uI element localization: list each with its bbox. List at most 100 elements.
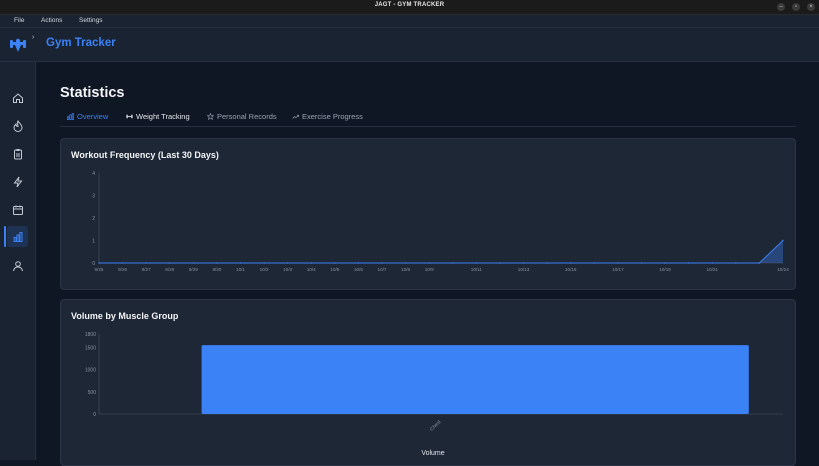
tab-personal-records-label: Personal Records: [217, 112, 277, 121]
menu-bar: File Actions Settings: [0, 15, 819, 28]
workout-frequency-card: Workout Frequency (Last 30 Days) 0 1 2 3 4 9/…: [60, 138, 796, 290]
frequency-point: [286, 262, 289, 264]
x-tick-label: 9/27: [142, 267, 151, 272]
frequency-point: [357, 262, 360, 264]
frequency-point: [263, 262, 265, 264]
clipboard-icon: [13, 148, 22, 159]
frequency-point: [711, 262, 713, 264]
frequency-point: [687, 262, 690, 264]
menu-file[interactable]: File: [14, 17, 24, 24]
x-tick-label: 9/29: [189, 267, 198, 272]
calendar-icon: [12, 205, 23, 215]
sidebar-toggle-chevron-icon[interactable]: ›: [32, 34, 34, 41]
window-title: JAGT - GYM TRACKER: [374, 2, 445, 8]
app-name: Gym Tracker: [46, 37, 116, 49]
sidebar-item-calendar[interactable]: [7, 199, 28, 220]
frequency-point: [121, 262, 124, 264]
frequency-point: [169, 262, 171, 264]
frequency-point: [145, 262, 147, 264]
y-tick-label: 0: [93, 412, 96, 418]
frequency-point: [404, 262, 407, 264]
tab-exercise-progress[interactable]: Exercise Progress: [292, 112, 363, 121]
user-icon: [12, 260, 23, 271]
sidebar-item-quick[interactable]: [7, 171, 28, 192]
active-indicator: [4, 226, 6, 247]
workout-frequency-chart: 012349/25 9/26 9/27 9/28 9/29 9/30 10/1 10/2 10/…: [92, 171, 789, 272]
y-tick-label: 1000: [85, 368, 96, 374]
main-content: Statistics Overview Weight Tracking Pers…: [36, 62, 819, 466]
legend-swatch: [411, 450, 418, 457]
frequency-point: [735, 262, 737, 264]
y-tick-label: 500: [88, 390, 97, 396]
x-tick-label: 10/11: [471, 267, 483, 272]
home-icon: [12, 92, 23, 103]
x-tick-label: 10/19: [659, 267, 671, 272]
menu-settings[interactable]: Settings: [79, 17, 103, 24]
frequency-point: [216, 262, 218, 264]
x-tick-label: 9/26: [118, 267, 127, 272]
sidebar-item-plans[interactable]: [7, 143, 28, 164]
sidebar-item-statistics[interactable]: [7, 226, 28, 247]
volume-chart: 0 500 1000 1500 1800 Chest: [85, 332, 783, 433]
dumbbell-logo-icon: [10, 38, 26, 52]
tab-weight-tracking[interactable]: Weight Tracking: [126, 112, 190, 121]
frequency-point: [546, 262, 548, 264]
frequency-point: [617, 262, 619, 264]
y-tick-label: 4: [92, 171, 95, 177]
star-icon: [207, 113, 214, 120]
frequency-point: [499, 262, 501, 264]
x-tick-label: 10/8: [401, 267, 410, 272]
frequency-point: [570, 262, 572, 264]
x-tick-label: 10/6: [354, 267, 363, 272]
frequency-point: [334, 262, 336, 264]
x-tick-label: 9/25: [95, 267, 104, 272]
x-tick-label: 10/24: [777, 267, 789, 272]
maximize-icon[interactable]: ▫: [792, 3, 800, 11]
frequency-point: [452, 262, 454, 264]
x-tick-label: 9/28: [165, 267, 174, 272]
dumbbell-icon: [126, 114, 133, 119]
frequency-point: [664, 262, 666, 264]
x-tick-label: 10/2: [260, 267, 269, 272]
frequency-point: [758, 262, 761, 264]
x-tick-label: 10/1: [236, 267, 245, 272]
bar-chart-icon: [67, 113, 74, 120]
x-tick-label: 10/5: [330, 267, 339, 272]
x-tick-label: 10/17: [612, 267, 624, 272]
menu-actions[interactable]: Actions: [41, 17, 62, 24]
frequency-line: [99, 240, 784, 264]
x-tick-label: 10/15: [565, 267, 577, 272]
frequency-area: [99, 240, 783, 263]
volume-legend: Volume: [61, 450, 795, 457]
frequency-point: [475, 262, 478, 264]
bar-chest: [201, 345, 749, 414]
frequency-point: [239, 262, 242, 264]
sidebar-item-workouts[interactable]: [7, 115, 28, 136]
x-tick-label: 10/7: [378, 267, 387, 272]
volume-card: Volume by Muscle Group 0 500 1000 1500 1800 C…: [60, 299, 796, 466]
tab-weight-tracking-label: Weight Tracking: [136, 112, 190, 121]
tab-exercise-progress-label: Exercise Progress: [302, 112, 363, 121]
x-tick-label: 10/21: [706, 267, 718, 272]
tab-personal-records[interactable]: Personal Records: [207, 112, 277, 121]
frequency-point: [640, 262, 643, 264]
frequency-point: [593, 262, 596, 264]
trend-up-icon: [292, 114, 299, 119]
x-tick-label: 10/3: [283, 267, 292, 272]
tab-overview[interactable]: Overview: [67, 112, 108, 121]
y-tick-label: 1800: [85, 332, 96, 338]
minimize-icon[interactable]: –: [777, 3, 785, 11]
window-titlebar: JAGT - GYM TRACKER – ▫ ×: [0, 0, 819, 15]
frequency-point: [98, 262, 100, 264]
sidebar-item-home[interactable]: [7, 87, 28, 108]
frequency-point: [381, 262, 383, 264]
frequency-point: [310, 262, 312, 264]
flame-icon: [12, 119, 23, 132]
app-header: › Gym Tracker: [0, 28, 819, 62]
close-icon[interactable]: ×: [807, 3, 815, 11]
x-tick-label: 10/9: [425, 267, 434, 272]
frequency-point: [428, 262, 430, 264]
lightning-icon: [13, 176, 22, 187]
sidebar-item-profile[interactable]: [7, 255, 28, 276]
tab-overview-label: Overview: [77, 112, 109, 121]
